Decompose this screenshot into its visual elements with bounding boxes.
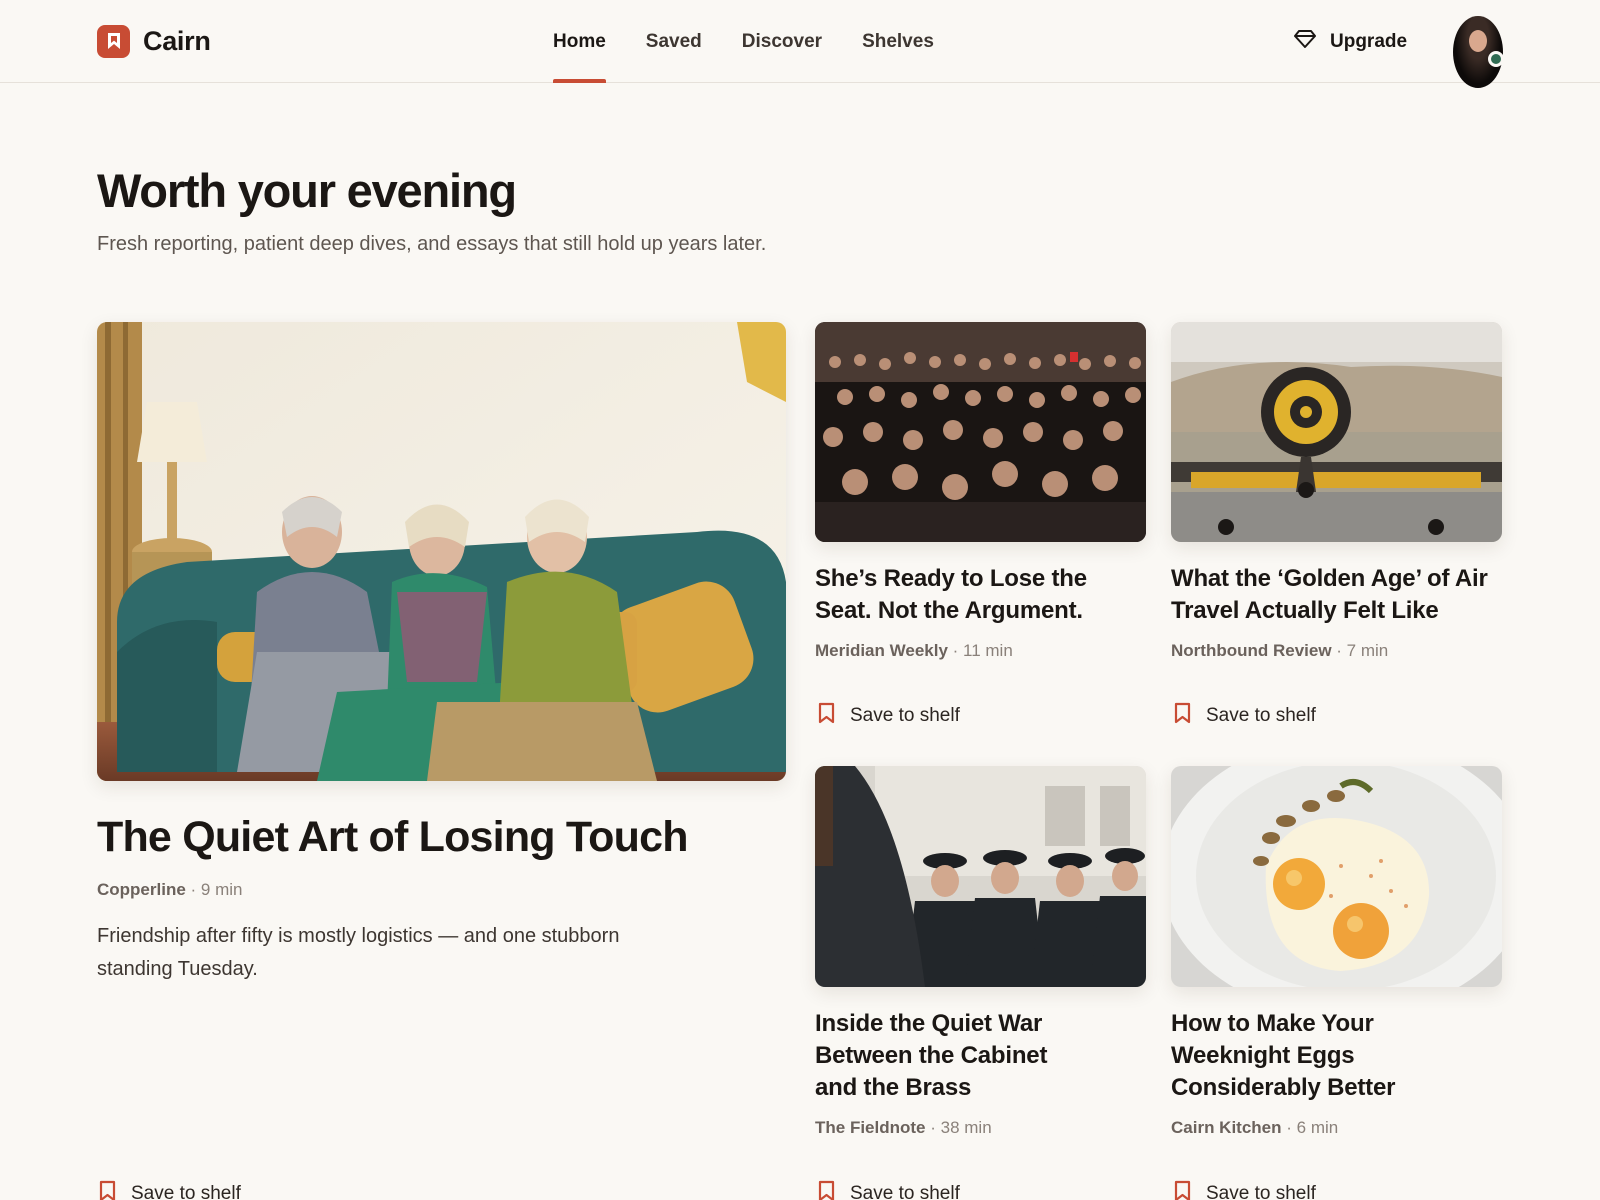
bookmark-icon [1173, 1180, 1192, 1200]
top-navigation-bar: Cairn Home Saved Discover Shelves Upgrad… [0, 0, 1600, 88]
article-read-time: · 38 min [930, 1118, 992, 1137]
article-publisher: Northbound Review [1171, 641, 1332, 660]
article-meta: Cairn Kitchen · 6 min [1171, 1118, 1338, 1138]
article-title[interactable]: Inside the Quiet War Between the Cabinet… [815, 1008, 1085, 1104]
article-image-eggs[interactable] [1171, 766, 1502, 987]
brand-logo-link[interactable]: Cairn [97, 24, 211, 58]
diamond-icon [1294, 29, 1316, 55]
upgrade-button[interactable]: Upgrade [1294, 26, 1407, 58]
save-to-shelf-button[interactable]: Save to shelf [817, 1180, 960, 1200]
featured-publisher: Copperline [97, 880, 186, 899]
article-read-time: · 7 min [1336, 641, 1389, 660]
nav-item-home[interactable]: Home [553, 0, 606, 83]
article-publisher: The Fieldnote [815, 1118, 926, 1137]
article-image-audience[interactable] [815, 322, 1146, 542]
article-meta: Meridian Weekly · 11 min [815, 641, 1013, 661]
page-subtitle: Fresh reporting, patient deep dives, and… [97, 233, 767, 255]
article-title[interactable]: She’s Ready to Lose the Seat. Not the Ar… [815, 563, 1145, 627]
save-label: Save to shelf [1206, 705, 1316, 726]
bookmark-icon [1173, 702, 1192, 730]
article-read-time: · 6 min [1286, 1118, 1339, 1137]
article-read-time: · 11 min [952, 641, 1013, 660]
upgrade-label: Upgrade [1330, 31, 1408, 52]
article-title[interactable]: What the ‘Golden Age’ of Air Travel Actu… [1171, 563, 1501, 627]
nav-item-saved[interactable]: Saved [646, 0, 702, 83]
save-label: Save to shelf [850, 705, 960, 726]
bookmark-icon [98, 1180, 117, 1200]
article-meta: The Fieldnote · 38 min [815, 1118, 992, 1138]
article-publisher: Meridian Weekly [815, 641, 948, 660]
article-image-officers[interactable] [815, 766, 1146, 987]
featured-save-to-shelf-button[interactable]: Save to shelf [98, 1180, 241, 1200]
page-title: Worth your evening [97, 164, 517, 217]
article-meta: Northbound Review · 7 min [1171, 641, 1388, 661]
article-title[interactable]: How to Make Your Weeknight Eggs Consider… [1171, 1008, 1441, 1104]
save-to-shelf-button[interactable]: Save to shelf [1173, 1180, 1316, 1200]
nav-item-discover[interactable]: Discover [742, 0, 822, 83]
save-to-shelf-button[interactable]: Save to shelf [817, 702, 960, 730]
save-label: Save to shelf [131, 1183, 241, 1200]
article-publisher: Cairn Kitchen [1171, 1118, 1282, 1137]
brand-name: Cairn [143, 25, 211, 56]
primary-nav: Home Saved Discover Shelves [553, 0, 974, 83]
featured-article-meta: Copperline · 9 min [97, 880, 243, 900]
featured-article-dek: Friendship after fifty is mostly logisti… [97, 925, 620, 980]
bookmark-icon [817, 1180, 836, 1200]
save-label: Save to shelf [1206, 1183, 1316, 1200]
online-status-dot [1488, 51, 1504, 67]
bookmark-icon [817, 702, 836, 730]
save-to-shelf-button[interactable]: Save to shelf [1173, 702, 1316, 730]
save-label: Save to shelf [850, 1183, 960, 1200]
user-avatar[interactable] [1453, 16, 1504, 88]
bookmark-square-icon [97, 24, 130, 58]
article-image-aircraft[interactable] [1171, 322, 1502, 542]
nav-item-shelves[interactable]: Shelves [862, 0, 934, 83]
featured-article-image[interactable] [97, 322, 786, 781]
featured-article-title[interactable]: The Quiet Art of Losing Touch [97, 813, 688, 862]
featured-read-time: · 9 min [190, 880, 243, 899]
